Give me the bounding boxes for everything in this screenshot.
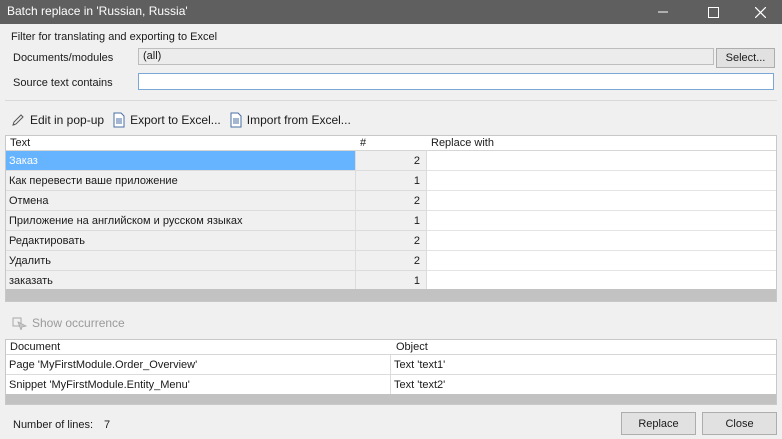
column-header-document[interactable]: Document xyxy=(10,341,60,353)
text-cell: заказать xyxy=(6,271,356,291)
document-cell: Page 'MyFirstModule.Order_Overview' xyxy=(6,355,391,375)
count-cell: 2 xyxy=(356,191,427,211)
number-of-lines-value: 7 xyxy=(104,419,111,431)
replace-cell[interactable] xyxy=(427,171,776,191)
column-header-object[interactable]: Object xyxy=(396,341,428,353)
replace-cell[interactable] xyxy=(427,211,776,231)
filter-group-title: Filter for translating and exporting to … xyxy=(11,31,218,43)
count-cell: 2 xyxy=(356,231,427,251)
object-cell: Text 'text2' xyxy=(394,379,446,391)
object-cell: Text 'text1' xyxy=(394,359,446,371)
replace-cell[interactable] xyxy=(427,271,776,291)
text-cell: Удалить xyxy=(6,251,356,271)
close-icon xyxy=(754,6,766,18)
text-cell: Редактировать xyxy=(6,231,356,251)
table-row[interactable]: Page 'MyFirstModule.Order_Overview' Text… xyxy=(6,355,776,375)
column-header-replace[interactable]: Replace with xyxy=(431,137,494,149)
show-occurrence-label: Show occurrence xyxy=(32,316,125,330)
text-cell: Заказ xyxy=(6,151,356,171)
maximize-button[interactable] xyxy=(691,0,735,24)
table-row[interactable]: Отмена 2 xyxy=(6,191,776,211)
table-row[interactable]: Заказ 2 xyxy=(6,151,776,171)
toolbar: Edit in pop-up Export to Excel... Import… xyxy=(10,111,359,129)
replace-cell[interactable] xyxy=(427,151,776,171)
table-row[interactable]: Приложение на английском и русском языка… xyxy=(6,211,776,231)
texts-table-header: Text # Replace with xyxy=(6,136,776,151)
table-row[interactable]: Как перевести ваше приложение 1 xyxy=(6,171,776,191)
horizontal-scrollbar[interactable] xyxy=(6,289,776,301)
locate-icon xyxy=(12,317,28,330)
occurrences-table: Document Object Page 'MyFirstModule.Orde… xyxy=(5,339,777,405)
table-row[interactable]: заказать 1 xyxy=(6,271,776,291)
maximize-icon xyxy=(707,6,719,18)
count-cell: 1 xyxy=(356,211,427,231)
column-header-count[interactable]: # xyxy=(360,137,366,149)
edit-in-popup-button[interactable]: Edit in pop-up xyxy=(10,112,104,128)
document-cell: Snippet 'MyFirstModule.Entity_Menu' xyxy=(6,375,391,395)
documents-label: Documents/modules xyxy=(13,52,114,64)
select-button[interactable]: Select... xyxy=(716,48,775,68)
pencil-icon xyxy=(12,114,24,126)
import-from-excel-label: Import from Excel... xyxy=(246,113,351,127)
minimize-button[interactable] xyxy=(641,0,685,24)
table-row[interactable]: Snippet 'MyFirstModule.Entity_Menu' Text… xyxy=(6,375,776,395)
close-window-button[interactable] xyxy=(738,0,782,24)
close-button[interactable]: Close xyxy=(702,412,777,435)
documents-field: (all) xyxy=(138,48,714,65)
filter-group: Filter for translating and exporting to … xyxy=(5,27,777,97)
replace-cell[interactable] xyxy=(427,191,776,211)
replace-button[interactable]: Replace xyxy=(621,412,696,435)
show-occurrence-button[interactable]: Show occurrence xyxy=(12,316,125,330)
table-row[interactable]: Удалить 2 xyxy=(6,251,776,271)
export-to-excel-button[interactable]: Export to Excel... xyxy=(112,112,221,128)
table-row[interactable]: Редактировать 2 xyxy=(6,231,776,251)
import-from-excel-button[interactable]: Import from Excel... xyxy=(229,112,351,128)
count-cell: 1 xyxy=(356,271,427,291)
document-icon xyxy=(230,112,242,128)
texts-table: Text # Replace with Заказ 2 Как перевест… xyxy=(5,135,777,302)
document-icon xyxy=(113,112,125,128)
number-of-lines-label: Number of lines: xyxy=(13,419,94,431)
edit-in-popup-label: Edit in pop-up xyxy=(30,113,105,127)
minimize-icon xyxy=(658,11,668,13)
source-text-label: Source text contains xyxy=(13,77,113,89)
replace-cell[interactable] xyxy=(427,251,776,271)
replace-cell[interactable] xyxy=(427,231,776,251)
count-cell: 1 xyxy=(356,171,427,191)
count-cell: 2 xyxy=(356,151,427,171)
text-cell: Как перевести ваше приложение xyxy=(6,171,356,191)
title-bar: Batch replace in 'Russian, Russia' xyxy=(0,0,782,24)
horizontal-scrollbar[interactable] xyxy=(6,394,776,404)
count-cell: 2 xyxy=(356,251,427,271)
column-header-text[interactable]: Text xyxy=(10,137,30,149)
window-title: Batch replace in 'Russian, Russia' xyxy=(7,4,188,18)
divider xyxy=(5,100,777,101)
source-text-input[interactable] xyxy=(138,73,774,90)
export-to-excel-label: Export to Excel... xyxy=(130,113,221,127)
text-cell: Отмена xyxy=(6,191,356,211)
occurrences-table-header: Document Object xyxy=(6,340,776,355)
text-cell: Приложение на английском и русском языка… xyxy=(6,211,356,231)
